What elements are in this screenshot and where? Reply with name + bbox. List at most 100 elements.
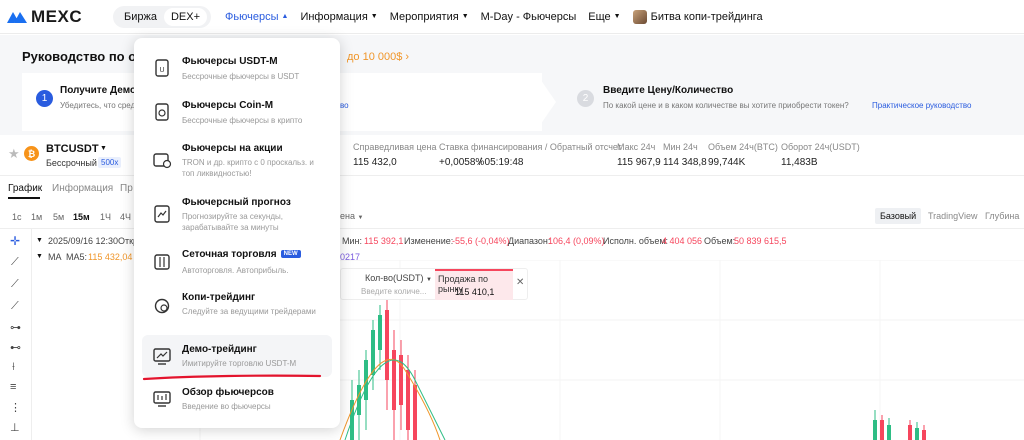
menu-item-title: Демо-трейдинг (182, 344, 257, 355)
tab-more[interactable]: Пр (120, 183, 133, 194)
nav-mday-label: M-Day - Фьючерсы (480, 10, 577, 23)
menu-item-desc: Имитируйте торговлю USDT-M (182, 359, 297, 368)
menu-item-desc: TRON и др. крипто с 0 проскальз. и топ л… (182, 158, 314, 178)
menu-item-grid-trading[interactable]: Сеточная торговля NEW Автоторговля. Автоп… (142, 240, 332, 286)
menu-item-futures-forecast[interactable]: Фьючерсный прогноз Прогнозируйте за секу… (142, 190, 332, 240)
ma5-label: MA5: (66, 252, 88, 262)
high-24h: 115 967,9 (617, 157, 661, 168)
market-sell-price: 115 410,1 (455, 287, 495, 297)
crosshair-icon[interactable]: ✛ (10, 234, 20, 248)
interval-1s[interactable]: 1с (12, 212, 22, 222)
fib-icon[interactable]: ⋮ (10, 401, 21, 414)
step-1-desc: Убедитесь, что сред (60, 101, 136, 110)
menu-item-usdt-futures[interactable]: U Фьючерсы USDT-M Бессрочные фьючерсы в … (142, 46, 332, 90)
menu-item-coin-futures[interactable]: Фьючерсы Coin-M Бессрочные фьючерсы в кр… (142, 90, 332, 134)
nav-events[interactable]: Мероприятия ▼ (390, 11, 469, 23)
dex-tab[interactable]: DEX+ (163, 7, 208, 26)
vertical-line-icon[interactable]: ⟊ (12, 361, 15, 374)
view-tradingview[interactable]: TradingView (928, 211, 978, 221)
menu-item-desc: Бессрочные фьючерсы в крипто (182, 116, 303, 125)
chevron-up-icon: ▲ (281, 13, 289, 20)
measure-icon[interactable]: ⊥ (10, 421, 20, 434)
low-24h-label: Мин 24ч (663, 142, 698, 152)
nav-more[interactable]: Еще ▼ (588, 11, 620, 23)
menu-item-demo-trading[interactable]: Демо-трейдинг Имитируйте торговлю USDT-M (142, 335, 332, 377)
favorite-star-icon[interactable]: ★ (8, 146, 20, 162)
usdt-futures-icon: U (155, 59, 169, 77)
tab-info[interactable]: Информация (52, 183, 113, 194)
qty-select[interactable]: Кол-во(USDT) ▼ (365, 273, 432, 283)
funding-countdown: / 05:19:48 (479, 157, 524, 168)
tab-chart[interactable]: График (8, 183, 42, 194)
drawing-toolbar: ✛ ⟋ ⟋ ⟋ ⊶ ⊷ ⟊ ≡ ⋮ ⊥ (0, 229, 32, 440)
banner-promo-link[interactable]: до 10 000$ › (347, 51, 409, 63)
step-arrow (536, 73, 556, 131)
ohlc-collapse-icon[interactable]: ▼ (36, 237, 43, 244)
fair-price-value: 115 432,0 (353, 157, 397, 168)
market-sell-button[interactable]: Продажа по рынку 115 410,1 (435, 269, 513, 300)
ma-collapse-icon[interactable]: ▼ (36, 253, 43, 260)
qty-input[interactable]: Введите количе... (361, 287, 426, 296)
view-basic[interactable]: Базовый (875, 208, 922, 224)
step-2-desc: По какой цене и в каком количестве вы хо… (603, 101, 849, 110)
horizontal-ray-icon[interactable]: ⊷ (10, 341, 21, 354)
interval-15m[interactable]: 15м (73, 212, 90, 222)
demo-trading-icon (153, 348, 171, 365)
range-label: Диапазон: (508, 236, 551, 246)
interval-1m[interactable]: 1м (31, 212, 42, 222)
ray-icon[interactable]: ⟋ (11, 278, 19, 291)
interval-5m[interactable]: 5м (53, 212, 64, 222)
range-value: 106,4 (0,09%) (548, 236, 605, 246)
mexc-logo[interactable]: MEXC (6, 7, 106, 27)
step-1-title: Получите Демо (60, 85, 137, 96)
extended-line-icon[interactable]: ⟋ (11, 300, 19, 313)
leverage-badge: 500x (98, 157, 122, 168)
price-type-select[interactable]: ена ▼ (340, 211, 363, 221)
menu-item-desc: Прогнозируйте за секунды, зарабатывайте … (182, 212, 283, 232)
step-2-guide-link[interactable]: Практическое руководство (872, 101, 971, 110)
low-24h: 114 348,8 (663, 157, 707, 168)
interval-1h[interactable]: 1Ч (100, 212, 111, 222)
nav-copy-battle[interactable]: Битва копи-трейдинга (632, 9, 763, 24)
nav-mday[interactable]: M-Day - Фьючерсы (481, 11, 577, 23)
nav-info[interactable]: Информация ▼ (300, 11, 377, 23)
menu-item-desc: Введение во фьючерсы (182, 402, 271, 411)
chevron-down-icon: ▼ (370, 13, 378, 20)
menu-item-stock-futures[interactable]: Фьючерсы на акции TRON и др. крипто с 0 … (142, 134, 332, 190)
ticker-symbol[interactable]: BTCUSDT (46, 143, 99, 155)
interval-4h[interactable]: 4Ч (120, 212, 131, 222)
grid-trading-icon (154, 254, 170, 270)
parallel-channel-icon[interactable]: ≡ (10, 381, 16, 393)
guide-step-2: 2 Введите Цену/Количество По какой цене … (560, 73, 1004, 131)
volume-btc: 99,744K (708, 157, 746, 168)
menu-item-copy-trading[interactable]: Копи-трейдинг Следуйте за ведущими трейд… (142, 286, 332, 334)
exchange-tab[interactable]: Биржа (117, 8, 164, 26)
market-switch: Биржа DEX+ (113, 5, 212, 28)
menu-item-futures-overview[interactable]: Обзор фьючерсов Введение во фьючерсы (142, 380, 332, 420)
horizontal-line-icon[interactable]: ⊶ (10, 321, 21, 334)
tab-chart-underline (8, 197, 40, 199)
fair-price-label: Справедливая цена (353, 142, 437, 152)
turnover: 11,483B (781, 157, 818, 168)
step-2-title: Введите Цену/Количество (603, 85, 734, 96)
new-badge: NEW (280, 250, 301, 259)
menu-item-title: Обзор фьючерсов (182, 387, 274, 398)
candle-date: 2025/09/16 12:30 (48, 236, 119, 246)
change-label: Изменение: (404, 236, 454, 246)
funding-label: Ставка финансирования / Обратный отсчет (439, 142, 622, 152)
step-1-link[interactable]: во (340, 101, 349, 110)
menu-item-desc: Бессрочные фьючерсы в USDT (182, 72, 300, 81)
ma-label: MA (48, 252, 62, 262)
volume-label: Объем: (704, 236, 736, 246)
step-number-2: 2 (577, 90, 594, 107)
nav-futures[interactable]: Фьючерсы ▲ (225, 11, 288, 23)
copy-battle-icon (632, 9, 647, 24)
close-icon[interactable]: ✕ (516, 277, 524, 288)
symbol-dropdown-icon[interactable]: ▼ (100, 145, 107, 152)
copy-trading-icon (154, 298, 170, 314)
view-depth[interactable]: Глубина (985, 211, 1019, 221)
volume-value: 50 839 615,5 (734, 236, 787, 246)
nav-more-label: Еще (588, 10, 611, 23)
nav-futures-label: Фьючерсы (225, 10, 279, 23)
trendline-icon[interactable]: ⟋ (11, 256, 19, 269)
